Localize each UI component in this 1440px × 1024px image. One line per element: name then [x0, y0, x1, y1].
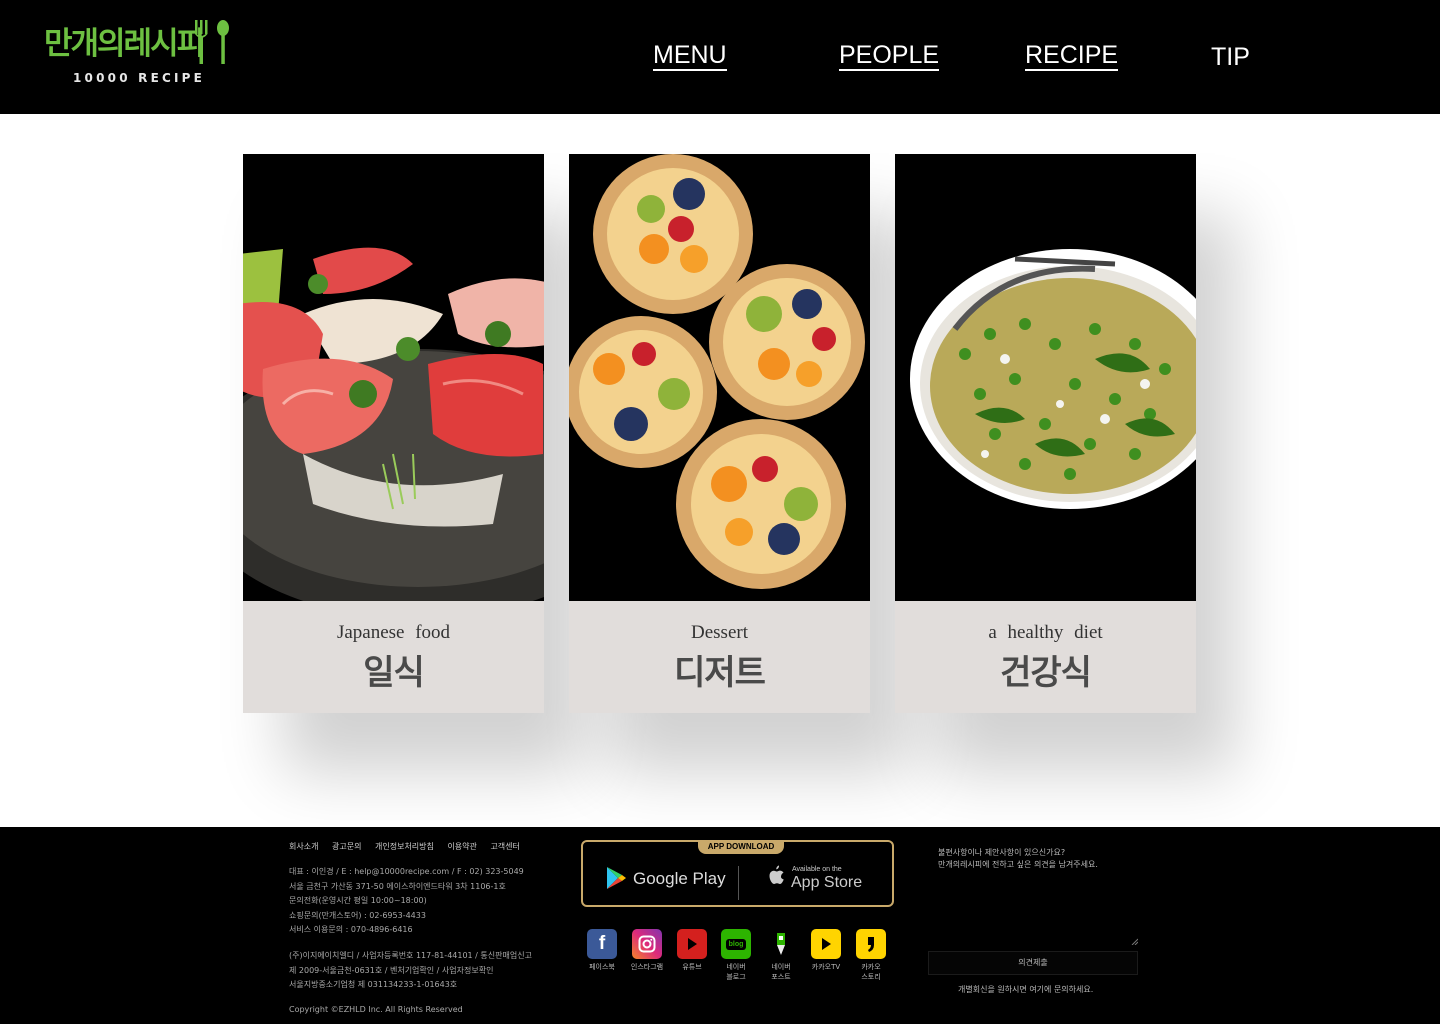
- business-info-line: 제 2009-서울금천-0631호 / 벤처기업확인 / 사업자정보확인: [289, 965, 494, 975]
- card-title-kr: 일식: [363, 653, 425, 693]
- footer-links: 회사소개 광고문의 개인정보처리방침 이용약관 고객센터: [289, 841, 531, 852]
- sns-kakao-tv[interactable]: 카카오TV: [806, 929, 846, 972]
- nav-menu[interactable]: MENU: [653, 42, 727, 71]
- company-info-line: 문의전화(운영시간 평일 10:00~18:00): [289, 896, 427, 906]
- sns-label: 카카오 스토리: [861, 963, 881, 981]
- card-title-kr: 건강식: [1000, 653, 1092, 693]
- feedback-question: 만개의레시피에 전하고 싶은 의견을 남겨주세요.: [938, 860, 1098, 869]
- kakao-story-icon: [856, 929, 886, 959]
- app-download-box: APP DOWNLOAD Google Play Available on th…: [581, 840, 894, 907]
- sns-instagram[interactable]: 인스타그램: [627, 929, 667, 972]
- sns-youtube[interactable]: 유튜브: [672, 929, 712, 972]
- google-play-icon: [607, 867, 626, 889]
- logo-korean-text: 만개의레시피: [44, 26, 205, 62]
- company-info-line: 서울 금천구 가산동 371-50 에이스하이엔드타워 3차 1106-1호: [289, 881, 506, 891]
- feedback-submit-button[interactable]: 의견제출: [928, 951, 1138, 975]
- company-info-line: 대표 : 이인경 / E : help@10000recipe.com / F …: [289, 867, 524, 876]
- resize-grip-icon[interactable]: [1130, 937, 1138, 945]
- card-title-en: Japanese food: [336, 622, 451, 643]
- company-info-line: 쇼핑문의(만개스토어) : 02-6953-4433: [289, 910, 426, 920]
- sns-label: 네이버 블로그: [726, 963, 746, 981]
- sns-naver-blog[interactable]: blog 네이버 블로그: [716, 929, 756, 982]
- feedback-prompt: 불편사항이나 제안사항이 있으신가요? 만개의레시피에 전하고 싶은 의견을 남…: [938, 847, 1098, 871]
- footer-link-support[interactable]: 고객센터: [490, 842, 519, 851]
- footer-link-terms[interactable]: 이용약관: [447, 842, 476, 851]
- feedback-contact-note: 개별회신을 원하시면 여기에 문의하세요.: [958, 985, 1094, 994]
- card-title-en: Dessert: [691, 622, 748, 643]
- feedback-textarea[interactable]: [938, 877, 1138, 947]
- business-info-line: 서울지방중소기업청 제 031134233-1-01643호: [289, 980, 458, 990]
- app-store-subtitle: Available on the: [792, 866, 842, 873]
- company-info-line: 서비스 이용문의 : 070-4896-6416: [289, 925, 413, 935]
- sns-label: 페이스북: [589, 963, 615, 971]
- sns-kakao-story[interactable]: 카카오 스토리: [851, 929, 891, 982]
- footer-link-about[interactable]: 회사소개: [289, 842, 318, 851]
- card-title-kr: 디저트: [674, 653, 766, 693]
- instagram-icon: [632, 929, 662, 959]
- business-info: (주)이지에이치엘디 / 사업자등록번호 117-81-44101 / 통신판매…: [289, 949, 532, 993]
- app-divider: [738, 866, 739, 900]
- app-store-label: App Store: [791, 874, 863, 891]
- feedback-question: 불편사항이나 제안사항이 있으신가요?: [938, 848, 1066, 857]
- card-caption: Dessert 디저트: [569, 601, 870, 713]
- apple-icon: [769, 865, 784, 884]
- category-card-japanese[interactable]: Japanese food 일식: [243, 154, 544, 713]
- footer-link-privacy[interactable]: 개인정보처리방침: [375, 842, 434, 851]
- company-info: 대표 : 이인경 / E : help@10000recipe.com / F …: [289, 865, 524, 938]
- sns-naver-post[interactable]: 네이버 포스트: [761, 929, 801, 982]
- nav-recipe[interactable]: RECIPE: [1025, 42, 1119, 71]
- nav-people[interactable]: PEOPLE: [839, 42, 940, 71]
- naver-blog-icon: blog: [721, 929, 751, 959]
- business-info-line: (주)이지에이치엘디 / 사업자등록번호 117-81-44101 / 통신판매…: [289, 951, 532, 960]
- category-card-healthy[interactable]: a healthy diet 건강식: [895, 154, 1196, 713]
- sns-label: 인스타그램: [630, 963, 664, 971]
- google-play-label: Google Play: [633, 869, 726, 888]
- sns-label: 카카오TV: [811, 963, 841, 971]
- naver-post-icon: [766, 929, 796, 959]
- site-header: 만개의레시피 10000 RECIPE MENU PEOPLE RECIPE T…: [0, 0, 1440, 114]
- app-download-label: APP DOWNLOAD: [698, 840, 784, 854]
- google-play-button[interactable]: Google Play: [605, 866, 726, 892]
- facebook-icon: f: [587, 929, 617, 959]
- logo-english-text: 10000 RECIPE: [73, 71, 206, 85]
- site-logo[interactable]: 만개의레시피 10000 RECIPE: [44, 18, 234, 88]
- card-caption: Japanese food 일식: [243, 601, 544, 713]
- sashimi-photo: [243, 154, 544, 602]
- footer-link-ads[interactable]: 광고문의: [332, 842, 361, 851]
- kakao-tv-icon: [811, 929, 841, 959]
- sns-label: 유튜브: [682, 963, 702, 971]
- site-footer: 회사소개 광고문의 개인정보처리방침 이용약관 고객센터 대표 : 이인경 / …: [0, 827, 1440, 1024]
- card-caption: a healthy diet 건강식: [895, 601, 1196, 713]
- fruit-tart-photo: [569, 154, 870, 602]
- youtube-icon: [677, 929, 707, 959]
- sns-facebook[interactable]: f 페이스북: [582, 929, 622, 972]
- pasta-salad-photo: [895, 154, 1196, 602]
- sns-label: 네이버 포스트: [771, 963, 791, 981]
- nav-tip[interactable]: TIP: [1211, 42, 1250, 72]
- fork-spoon-icon: [195, 20, 229, 64]
- card-title-en: a healthy diet: [988, 622, 1103, 643]
- category-card-dessert[interactable]: Dessert 디저트: [569, 154, 870, 713]
- copyright: Copyright ©EZHLD Inc. All Rights Reserve…: [289, 1005, 463, 1014]
- app-store-button[interactable]: Available on the App Store: [767, 864, 862, 894]
